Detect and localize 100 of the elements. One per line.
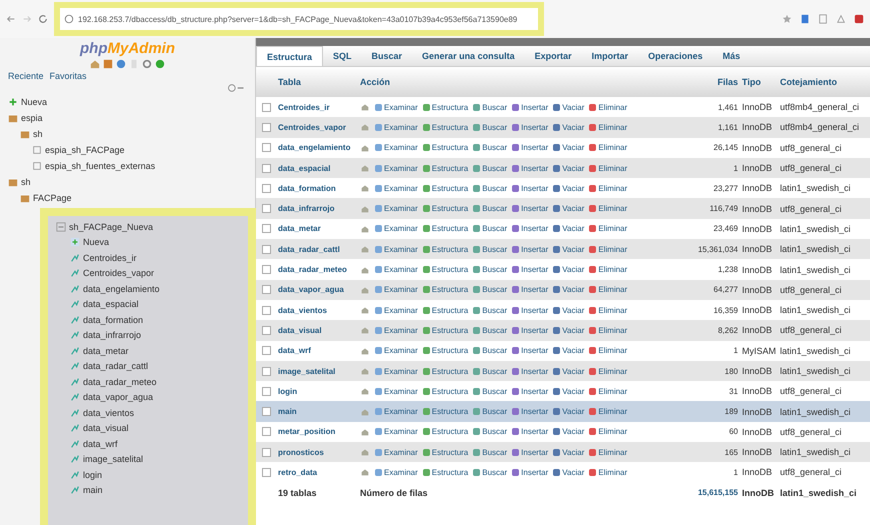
tree-item[interactable]: data_infrarrojo: [83, 330, 142, 340]
tree-item[interactable]: sh: [21, 176, 31, 186]
action-link[interactable]: Vaciar: [553, 244, 584, 254]
action-link[interactable]: Examinar: [375, 407, 418, 416]
table-name-link[interactable]: data_engelamiento: [276, 143, 360, 152]
checkbox[interactable]: [262, 306, 270, 315]
action-link[interactable]: Insertar: [512, 184, 548, 193]
tree-item[interactable]: login: [83, 470, 102, 480]
checkbox[interactable]: [262, 386, 270, 396]
action-link[interactable]: Buscar: [473, 366, 508, 376]
checkbox[interactable]: [262, 285, 270, 294]
table-row[interactable]: main Examinar Estructura Buscar Insertar Vaciar Eliminar 189 InnoDB latin1_swedish_ci: [256, 401, 870, 422]
checkbox[interactable]: [262, 326, 270, 335]
action-link[interactable]: Examinar: [375, 102, 418, 112]
action-link[interactable]: Buscar: [473, 326, 508, 335]
checkbox[interactable]: [262, 204, 270, 214]
action-link[interactable]: Vaciar: [553, 224, 584, 234]
action-link[interactable]: Insertar: [512, 326, 548, 335]
action-link[interactable]: Estructura: [422, 407, 468, 416]
action-link[interactable]: Eliminar: [589, 224, 628, 234]
action-link[interactable]: Estructura: [422, 326, 468, 335]
table-name-link[interactable]: data_radar_cattl: [276, 244, 360, 254]
tree-item[interactable]: Nueva: [83, 237, 110, 247]
checkbox[interactable]: [262, 427, 270, 436]
action-link[interactable]: Insertar: [512, 285, 548, 294]
home-icon[interactable]: [90, 59, 100, 69]
action-link[interactable]: Examinar: [375, 386, 418, 396]
action-link[interactable]: Insertar: [512, 204, 548, 214]
action-link[interactable]: Examinar: [375, 468, 418, 477]
action-link[interactable]: Eliminar: [589, 265, 628, 274]
address-bar[interactable]: 192.168.253.7/dbaccess/db_structure.php?server=1&db=sh_FACPage_Nueva&token=43a0107b39a4c953ef56a713590e89: [54, 2, 544, 36]
action-link[interactable]: Eliminar: [589, 122, 628, 132]
forward-icon[interactable]: [22, 14, 32, 24]
action-link[interactable]: Vaciar: [553, 346, 584, 356]
action-link[interactable]: Estructura: [422, 346, 468, 356]
logo[interactable]: phpMyAdmin: [0, 38, 255, 57]
action-link[interactable]: Examinar: [375, 427, 418, 436]
table-name-link[interactable]: Centroides_ir: [276, 102, 360, 112]
action-link[interactable]: Vaciar: [553, 448, 584, 457]
action-link[interactable]: Examinar: [375, 143, 418, 152]
table-row[interactable]: data_radar_cattl Examinar Estructura Buscar Insertar Vaciar Eliminar 15,361,034 InnoDB latin1_swedish_ci: [256, 239, 870, 260]
tab[interactable]: Generar una consulta: [412, 46, 525, 66]
action-link[interactable]: Insertar: [512, 468, 548, 477]
action-link[interactable]: Buscar: [473, 122, 508, 132]
action-link[interactable]: Eliminar: [589, 102, 628, 112]
action-link[interactable]: Vaciar: [553, 122, 584, 132]
checkbox[interactable]: [262, 244, 270, 254]
action-link[interactable]: Estructura: [422, 448, 468, 457]
action-link[interactable]: Vaciar: [553, 468, 584, 477]
action-link[interactable]: Examinar: [375, 184, 418, 193]
action-link[interactable]: Buscar: [473, 204, 508, 214]
table-name-link[interactable]: pronosticos: [276, 448, 360, 457]
action-link[interactable]: Eliminar: [589, 448, 628, 457]
expand-icon[interactable]: [56, 222, 66, 232]
action-link[interactable]: Insertar: [512, 427, 548, 436]
action-link[interactable]: Insertar: [512, 448, 548, 457]
action-link[interactable]: Vaciar: [553, 285, 584, 294]
action-link[interactable]: Vaciar: [553, 306, 584, 315]
action-link[interactable]: Vaciar: [553, 326, 584, 335]
checkbox[interactable]: [262, 184, 270, 193]
table-name-link[interactable]: data_visual: [276, 326, 360, 335]
action-link[interactable]: Buscar: [473, 346, 508, 356]
tree-item[interactable]: Centroides_ir: [83, 252, 137, 262]
action-link[interactable]: Buscar: [473, 427, 508, 436]
back-icon[interactable]: [6, 14, 16, 24]
table-name-link[interactable]: data_vapor_agua: [276, 285, 360, 294]
action-link[interactable]: Insertar: [512, 102, 548, 112]
action-link[interactable]: Insertar: [512, 265, 548, 274]
checkbox[interactable]: [262, 265, 270, 274]
table-row[interactable]: data_vapor_agua Examinar Estructura Buscar Insertar Vaciar Eliminar 64,277 InnoDB utf8_general_ci: [256, 280, 870, 300]
action-link[interactable]: Vaciar: [553, 265, 584, 274]
action-link[interactable]: Estructura: [422, 306, 468, 315]
action-link[interactable]: Insertar: [512, 244, 548, 254]
action-link[interactable]: Eliminar: [589, 204, 628, 214]
action-link[interactable]: Insertar: [512, 346, 548, 356]
action-link[interactable]: Estructura: [422, 164, 468, 173]
action-link[interactable]: Buscar: [473, 102, 508, 112]
action-link[interactable]: Examinar: [375, 285, 418, 294]
action-link[interactable]: Vaciar: [553, 184, 584, 193]
action-link[interactable]: Buscar: [473, 285, 508, 294]
table-row[interactable]: data_infrarrojo Examinar Estructura Buscar Insertar Vaciar Eliminar 116,749 InnoDB utf8_general_ci: [256, 198, 870, 219]
tab[interactable]: Importar: [582, 46, 638, 66]
action-link[interactable]: Insertar: [512, 164, 548, 173]
action-link[interactable]: Estructura: [422, 468, 468, 477]
tree-item[interactable]: image_satelital: [83, 454, 144, 464]
column-header[interactable]: Tabla: [276, 77, 360, 87]
table-row[interactable]: data_visual Examinar Estructura Buscar Insertar Vaciar Eliminar 8,262 InnoDB utf8_general_ci: [256, 320, 870, 341]
tree-item[interactable]: data_visual: [83, 423, 129, 433]
action-link[interactable]: Eliminar: [589, 285, 628, 294]
checkbox[interactable]: [262, 448, 270, 457]
action-link[interactable]: Vaciar: [553, 204, 584, 214]
checkbox[interactable]: [262, 224, 270, 234]
tree-item[interactable]: data_engelamiento: [83, 284, 160, 294]
action-link[interactable]: Insertar: [512, 366, 548, 376]
table-name-link[interactable]: data_metar: [276, 224, 360, 234]
action-link[interactable]: Estructura: [422, 204, 468, 214]
action-link[interactable]: Examinar: [375, 164, 418, 173]
table-row[interactable]: Centroides_vapor Examinar Estructura Buscar Insertar Vaciar Eliminar 1,161 InnoDB utf8mb4_general_ci: [256, 117, 870, 138]
tab[interactable]: Operaciones: [638, 46, 713, 66]
action-link[interactable]: Estructura: [422, 224, 468, 234]
